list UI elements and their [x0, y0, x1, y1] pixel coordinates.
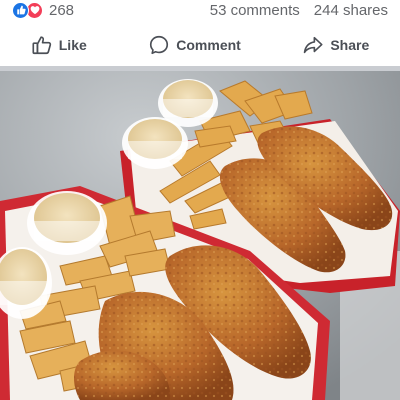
food-photo-illustration — [0, 71, 400, 400]
reaction-count[interactable]: 268 — [49, 2, 74, 19]
like-label: Like — [58, 37, 87, 53]
post-action-bar: Like Comment Share — [0, 24, 400, 71]
thumbs-up-icon — [31, 34, 53, 56]
post-photo[interactable] — [0, 71, 400, 400]
share-button[interactable]: Share — [292, 28, 379, 62]
reactions-summary[interactable]: 268 — [12, 0, 74, 20]
sauce-cup-back-2 — [122, 117, 188, 169]
comment-button[interactable]: Comment — [138, 28, 251, 62]
comment-count[interactable]: 53 comments — [210, 2, 300, 19]
comment-bubble-icon — [148, 34, 170, 56]
share-label: Share — [330, 37, 370, 53]
post-stats-bar: 268 53 comments 244 shares — [0, 0, 400, 20]
like-reaction-icon — [12, 1, 29, 19]
share-arrow-icon — [302, 34, 324, 56]
sauce-cup-front-1 — [27, 191, 107, 255]
comment-label: Comment — [176, 37, 241, 53]
like-button[interactable]: Like — [21, 28, 97, 62]
share-count[interactable]: 244 shares — [314, 2, 388, 19]
